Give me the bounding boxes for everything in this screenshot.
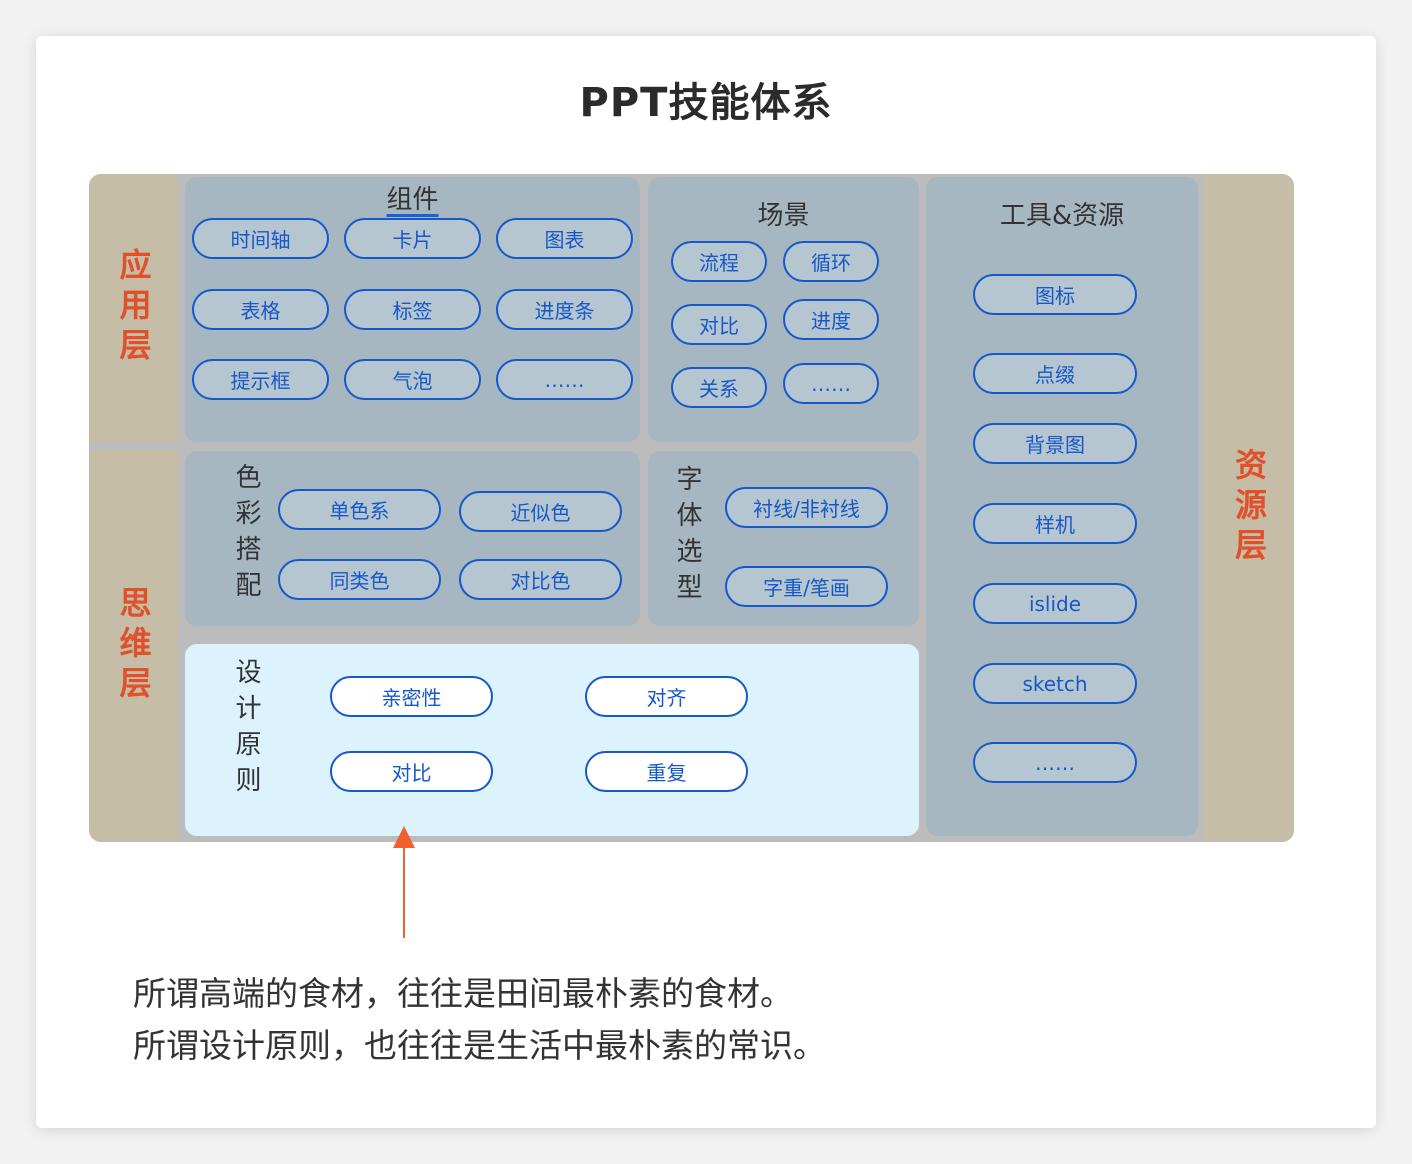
up-arrow-icon [393,826,415,938]
tool-islide[interactable]: islide [973,583,1137,624]
component-tag[interactable]: 标签 [344,289,481,330]
font-label: 字体选型 [672,465,702,609]
font-weight[interactable]: 字重/笔画 [725,566,888,607]
application-layer-label: 应用层 [114,248,153,368]
font-serif[interactable]: 衬线/非衬线 [725,487,888,528]
principle-contrast[interactable]: 对比 [330,751,493,792]
thinking-layer-label: 思维层 [114,586,153,706]
scene-relation[interactable]: 关系 [671,367,767,408]
color-similar[interactable]: 同类色 [278,559,441,600]
caption-line-2: 所谓设计原则，也往往是生活中最朴素的常识。 [133,1026,826,1065]
component-progress-bar[interactable]: 进度条 [496,289,633,330]
scene-progress[interactable]: 进度 [783,299,879,340]
components-title: 组件 [386,185,439,215]
tool-sketch[interactable]: sketch [973,663,1137,704]
component-timeline[interactable]: 时间轴 [192,218,329,259]
principle-repetition[interactable]: 重复 [585,751,748,792]
tool-mockups[interactable]: 样机 [973,503,1137,544]
tool-background-images[interactable]: 背景图 [973,423,1137,464]
font-panel: 字体选型 衬线/非衬线 字重/笔画 [648,451,919,626]
design-principles-panel: 设计原则 亲密性 对齐 对比 重复 [185,644,919,836]
component-card[interactable]: 卡片 [344,218,481,259]
component-chart[interactable]: 图表 [496,218,633,259]
resource-layer-label: 资源层 [1230,448,1268,568]
color-label: 色彩搭配 [231,463,261,607]
design-label: 设计原则 [231,658,261,802]
tools-title: 工具&资源 [999,201,1125,231]
scenes-panel: 场景 流程 循环 对比 进度 关系 …… [648,177,919,442]
thinking-layer-band: 思维层 [89,450,178,842]
color-monochrome[interactable]: 单色系 [278,489,441,530]
scene-contrast[interactable]: 对比 [671,304,767,345]
caption: 所谓高端的食材，往往是田间最朴素的食材。 所谓设计原则，也往往是生活中最朴素的常… [133,968,826,1072]
application-layer-band: 应用层 [89,174,178,442]
skill-diagram: 应用层 思维层 资源层 组件 时间轴 卡片 图表 表格 标签 进度条 提示框 气… [89,174,1294,842]
components-panel: 组件 时间轴 卡片 图表 表格 标签 进度条 提示框 气泡 …… [185,177,640,442]
scene-cycle[interactable]: 循环 [783,241,879,282]
resource-layer-band: 资源层 [1204,174,1294,842]
tool-decorations[interactable]: 点缀 [973,353,1137,394]
component-tooltip[interactable]: 提示框 [192,359,329,400]
tools-panel: 工具&资源 图标 点缀 背景图 样机 islide sketch …… [926,177,1198,836]
color-analogous[interactable]: 近似色 [459,491,622,532]
component-more[interactable]: …… [496,359,633,400]
scene-more[interactable]: …… [783,363,879,404]
caption-line-1: 所谓高端的食材，往往是田间最朴素的食材。 [133,974,793,1013]
principle-alignment[interactable]: 对齐 [585,676,748,717]
arrow-head [393,826,415,848]
scene-flow[interactable]: 流程 [671,241,767,282]
color-complementary[interactable]: 对比色 [459,559,622,600]
component-bubble[interactable]: 气泡 [344,359,481,400]
tool-more[interactable]: …… [973,742,1137,783]
scenes-title: 场景 [757,201,810,231]
tool-icons[interactable]: 图标 [973,274,1137,315]
page-title: PPT技能体系 [579,80,833,126]
principle-proximity[interactable]: 亲密性 [330,676,493,717]
component-table[interactable]: 表格 [192,289,329,330]
color-panel: 色彩搭配 单色系 近似色 同类色 对比色 [185,451,640,626]
